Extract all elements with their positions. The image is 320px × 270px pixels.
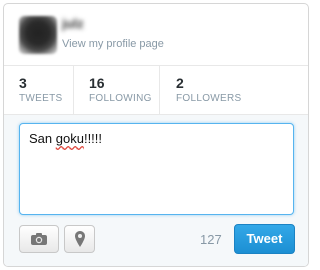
add-photo-button[interactable]: [19, 225, 59, 253]
add-location-button[interactable]: [64, 225, 95, 253]
tweet-button[interactable]: Tweet: [234, 224, 295, 254]
stat-followers-label: FOLLOWERS: [176, 93, 242, 104]
avatar[interactable]: [19, 16, 57, 54]
stats-bar: 3 TWEETS 16 FOLLOWING 2 FOLLOWERS: [4, 66, 308, 114]
tweet-text-misspelled: goku: [55, 131, 84, 146]
stat-following[interactable]: 16 FOLLOWING: [73, 66, 159, 114]
view-profile-link[interactable]: View my profile page: [62, 38, 164, 50]
compose-area: San goku!!!!! 127 Tweet: [4, 114, 308, 266]
stat-tweets[interactable]: 3 TWEETS: [4, 66, 73, 114]
tweet-text-start: San: [29, 131, 56, 146]
stat-tweets-count: 3: [19, 75, 27, 91]
stat-following-label: FOLLOWING: [89, 93, 152, 104]
camera-icon: [31, 233, 47, 245]
profile-header: julz View my profile page: [4, 4, 308, 62]
tweet-textarea[interactable]: San goku!!!!!: [19, 123, 294, 215]
stat-tweets-label: TWEETS: [19, 93, 63, 104]
stat-following-count: 16: [89, 75, 105, 91]
location-pin-icon: [74, 231, 85, 247]
tweet-text-end: !!!!!: [83, 131, 103, 146]
profile-name[interactable]: julz: [62, 16, 84, 31]
profile-card: julz View my profile page 3 TWEETS 16 FO…: [3, 3, 309, 267]
stat-followers-count: 2: [176, 75, 184, 91]
character-counter: 127: [200, 232, 222, 247]
stat-followers[interactable]: 2 FOLLOWERS: [159, 66, 308, 114]
